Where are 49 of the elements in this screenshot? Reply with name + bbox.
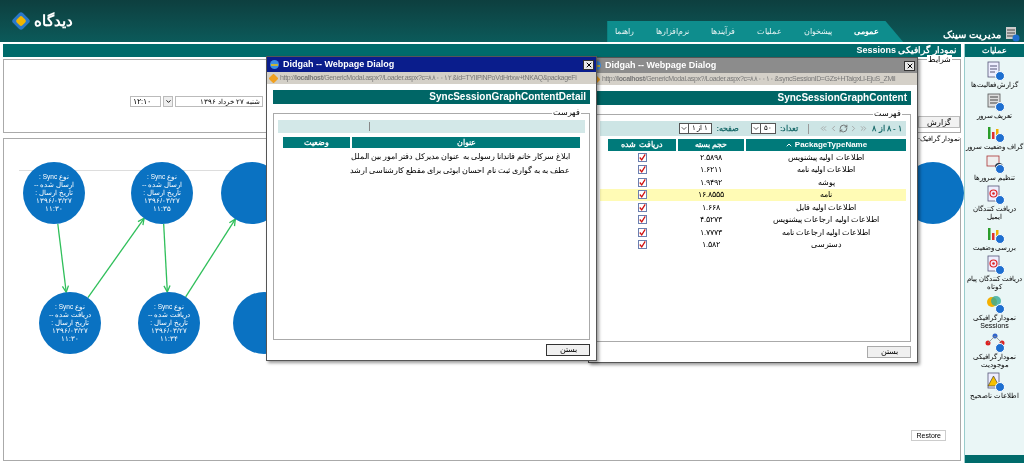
column-header[interactable]: حجم بسته (678, 139, 744, 151)
dialog-heading: SyncSessionGraphContentDetail (273, 90, 590, 104)
checkbox[interactable] (637, 177, 647, 187)
report-icon (984, 61, 1005, 81)
caret-icon (164, 98, 172, 105)
dialog-title: Didgah -- Webpage Dialog (605, 58, 718, 72)
dropdown-icon (679, 124, 689, 133)
refresh-icon[interactable] (839, 124, 849, 133)
nav-tab[interactable]: پیشخوان (804, 25, 833, 38)
panel-legend: فهرست (873, 109, 902, 119)
close-button[interactable] (583, 59, 594, 70)
checkbox[interactable] (637, 227, 647, 237)
record-range: ۱ - ۸ از ۸ (872, 122, 902, 135)
sidebar-title: عملیات (965, 44, 1024, 57)
dialog-heading: SyncSessionGraphContent (595, 91, 911, 105)
column-header[interactable]: PackageTypeName (746, 139, 906, 151)
network-icon (984, 333, 1005, 353)
column-header[interactable]: دریافت شده (608, 139, 676, 151)
nav-tab[interactable]: عمومی (854, 25, 880, 38)
app-title: مدیریت سینک (943, 27, 1001, 42)
column-header[interactable]: عنوان (352, 137, 580, 148)
page-icon (269, 73, 278, 83)
checkbox[interactable] (637, 202, 647, 212)
connector-arrow (57, 223, 70, 294)
checkbox[interactable] (637, 165, 647, 175)
browser-icon (269, 59, 280, 70)
date-dropdown-button[interactable] (163, 96, 173, 107)
nav-tab[interactable]: فرآیندها (711, 25, 736, 38)
warning-icon (984, 372, 1005, 392)
nav-tab[interactable]: عملیات (757, 25, 783, 38)
sidebar-footer-bar (965, 455, 1024, 463)
logo-text: دیدگاه (34, 10, 73, 31)
dropdown-icon (751, 124, 761, 133)
nav-tab[interactable]: نرم‌افزارها (656, 25, 690, 38)
column-header[interactable]: وضعیت (283, 137, 351, 148)
close-button[interactable] (904, 60, 915, 71)
server-icon (1004, 26, 1020, 42)
panel-legend: شرایط (927, 55, 952, 65)
checkbox[interactable] (637, 215, 647, 225)
checkbox[interactable] (637, 190, 647, 200)
nav-tab[interactable]: راهنما (615, 25, 635, 38)
checkbox[interactable] (637, 240, 647, 250)
sessions-icon (984, 294, 1005, 314)
dialog-title: Didgah -- Webpage Dialog (283, 57, 396, 71)
panel-legend: فهرست (552, 108, 581, 118)
server-icon (984, 92, 1005, 112)
connector-arrow (163, 223, 171, 294)
report-button[interactable]: گزارش (918, 116, 960, 128)
checkbox[interactable] (637, 152, 647, 162)
